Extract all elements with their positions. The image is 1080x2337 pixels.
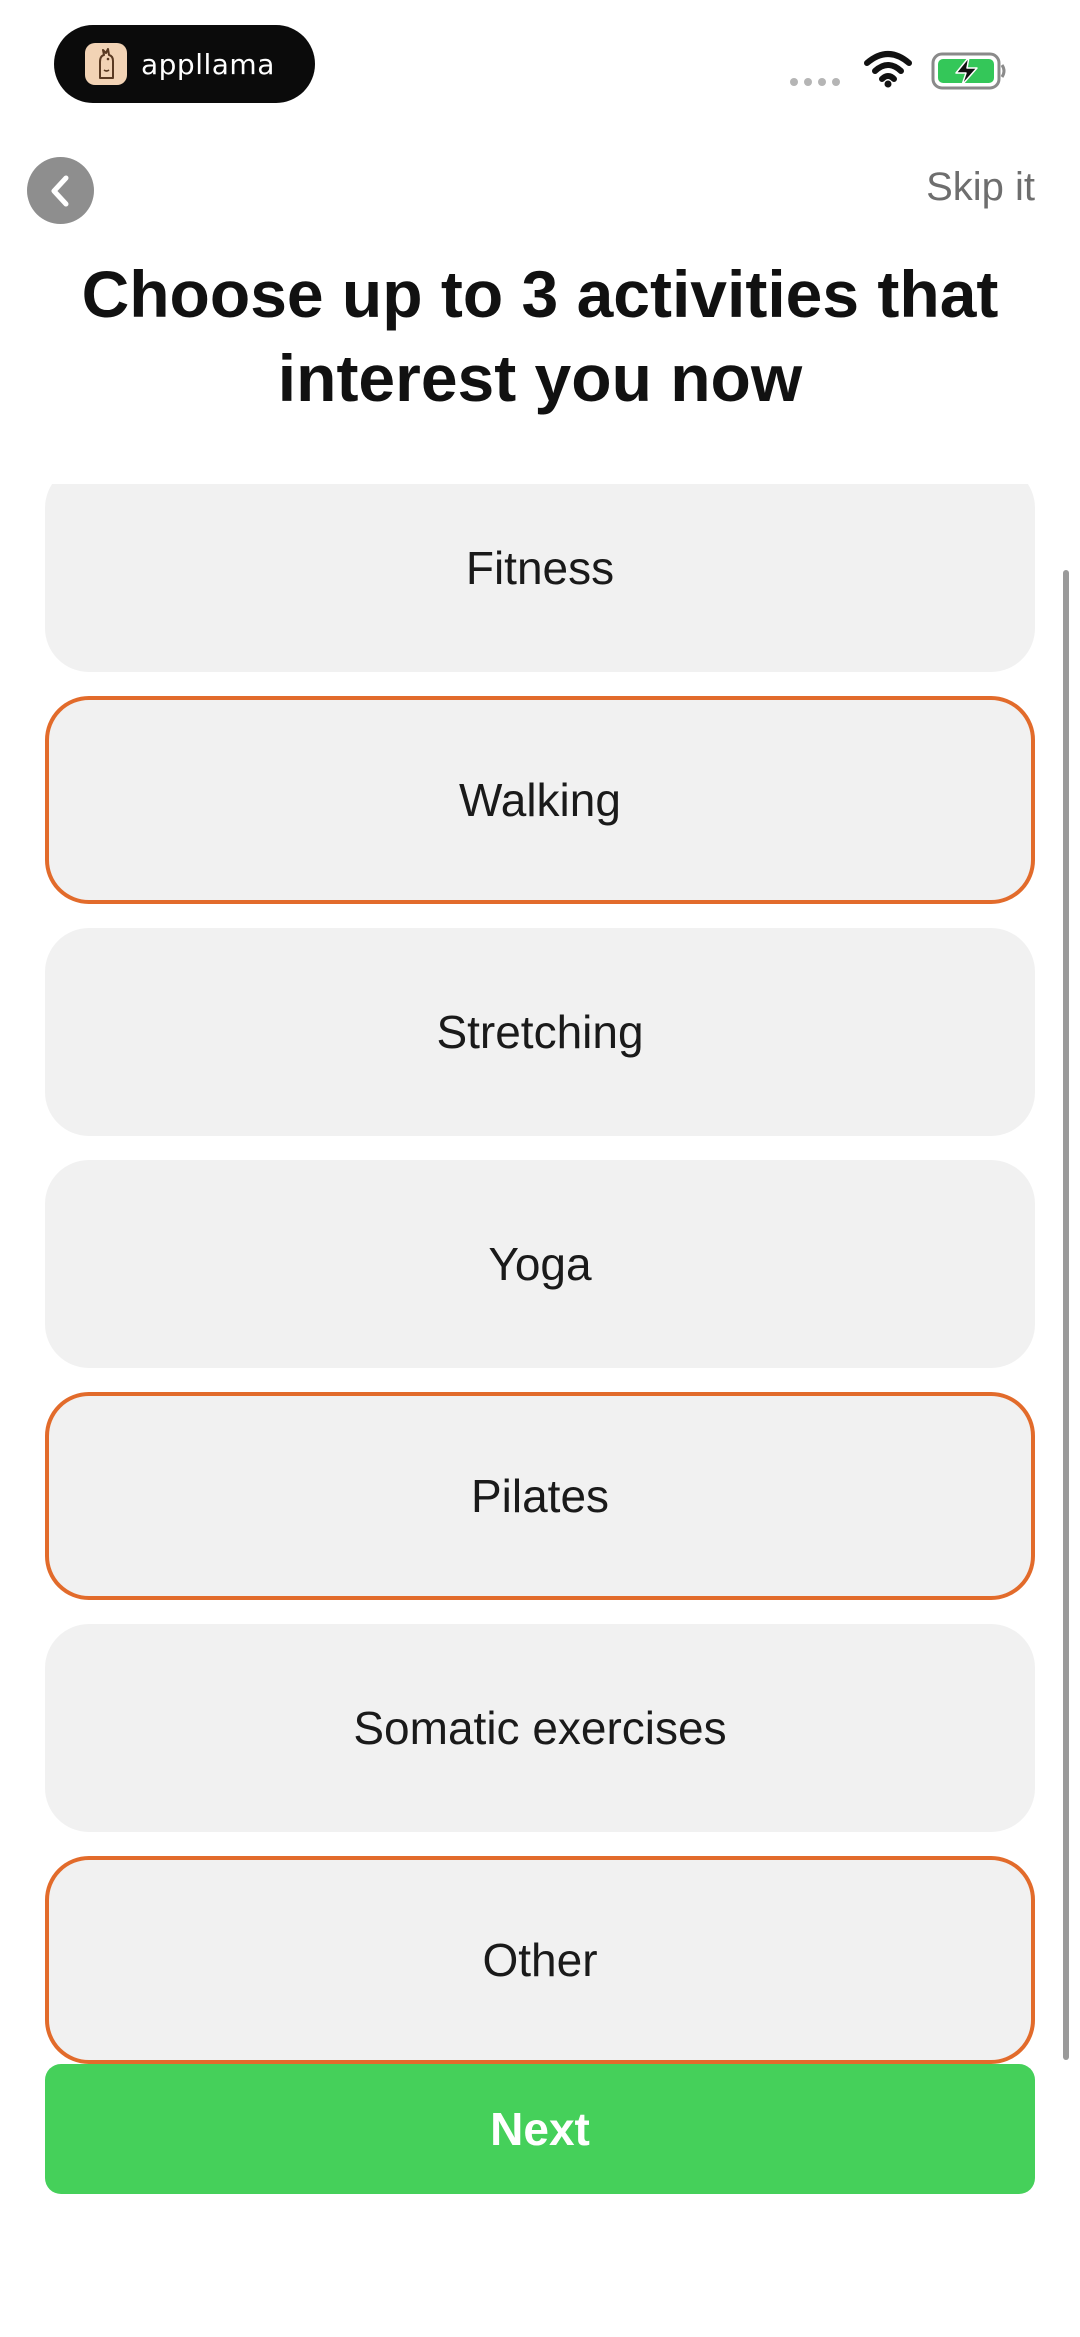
option-somatic-exercises[interactable]: Somatic exercises bbox=[45, 1624, 1035, 1832]
skip-button[interactable]: Skip it bbox=[926, 165, 1035, 210]
option-fitness[interactable]: Fitness bbox=[45, 484, 1035, 672]
option-other[interactable]: Other bbox=[45, 1856, 1035, 2064]
next-button[interactable]: Next bbox=[45, 2064, 1035, 2194]
option-walking[interactable]: Walking bbox=[45, 696, 1035, 904]
option-label: Yoga bbox=[488, 1238, 592, 1290]
llama-icon bbox=[85, 43, 127, 85]
chevron-left-icon bbox=[51, 175, 68, 206]
brand-name: appllama bbox=[141, 47, 275, 81]
status-bar: appllama bbox=[0, 0, 1080, 120]
wifi-icon bbox=[864, 51, 912, 88]
page-title: Choose up to 3 activities that interest … bbox=[81, 257, 999, 415]
options-list: Fitness Walking Stretching Yoga Pilates … bbox=[45, 484, 1035, 2064]
option-label: Walking bbox=[459, 774, 621, 826]
option-label: Pilates bbox=[470, 1470, 610, 1522]
options-scroll-area[interactable]: Fitness Walking Stretching Yoga Pilates … bbox=[0, 484, 1080, 2064]
option-stretching[interactable]: Stretching bbox=[45, 928, 1035, 1136]
cellular-signal-icon bbox=[790, 78, 840, 86]
scrollbar[interactable] bbox=[1063, 570, 1069, 2060]
brand-pill[interactable]: appllama bbox=[54, 25, 315, 103]
option-label: Somatic exercises bbox=[353, 1702, 727, 1754]
option-label: Fitness bbox=[465, 542, 615, 594]
battery-charging-icon bbox=[931, 52, 1006, 90]
option-pilates[interactable]: Pilates bbox=[45, 1392, 1035, 1600]
option-label: Stretching bbox=[436, 1006, 644, 1058]
back-button[interactable] bbox=[27, 157, 94, 224]
option-label: Other bbox=[482, 1934, 598, 1986]
option-yoga[interactable]: Yoga bbox=[45, 1160, 1035, 1368]
